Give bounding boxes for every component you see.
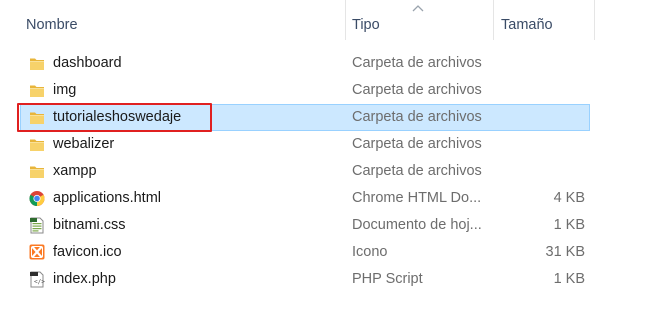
folder-icon xyxy=(29,82,45,99)
file-row[interactable]: applications.html Chrome HTML Do... 4 KB xyxy=(20,185,590,212)
file-type: Icono xyxy=(352,244,388,260)
folder-icon xyxy=(29,55,45,72)
php-file-icon: </> xyxy=(29,271,45,288)
file-type: Carpeta de archivos xyxy=(352,163,482,179)
file-size xyxy=(495,77,585,104)
file-type: PHP Script xyxy=(352,271,423,287)
column-header-size[interactable]: Tamaño xyxy=(495,0,595,40)
chrome-icon xyxy=(29,190,45,207)
file-size: 1 KB xyxy=(553,271,585,287)
file-row[interactable]: bitnami.css Documento de hoj... 1 KB xyxy=(20,212,590,239)
file-size: 31 KB xyxy=(545,244,586,260)
file-type: Carpeta de archivos xyxy=(352,82,482,98)
annotation-highlight-box xyxy=(17,103,212,132)
file-type: Carpeta de archivos xyxy=(352,109,482,125)
file-name: xampp xyxy=(53,163,97,179)
file-name: webalizer xyxy=(53,136,115,152)
file-size xyxy=(495,50,585,77)
file-size: 4 KB xyxy=(553,190,585,206)
file-size xyxy=(496,105,586,132)
file-name: img xyxy=(53,82,77,98)
file-name: index.php xyxy=(53,271,116,287)
folder-icon xyxy=(29,136,45,153)
file-type: Documento de hoj... xyxy=(352,217,482,233)
css-file-icon xyxy=(29,217,45,234)
sort-ascending-icon xyxy=(412,5,424,12)
file-row[interactable]: favicon.ico Icono 31 KB xyxy=(20,239,590,266)
file-row[interactable]: dashboard Carpeta de archivos xyxy=(20,50,590,77)
file-explorer: Nombre Tipo Tamaño dashboard Carpeta de a… xyxy=(0,0,660,322)
xampp-icon xyxy=(29,244,45,261)
file-type: Carpeta de archivos xyxy=(352,55,482,71)
column-header-bar: Nombre Tipo Tamaño xyxy=(0,0,660,44)
file-row[interactable]: </> index.php PHP Script 1 KB xyxy=(20,266,590,293)
file-name: bitnami.css xyxy=(53,217,126,233)
file-size: 1 KB xyxy=(553,217,585,233)
file-name: favicon.ico xyxy=(53,244,122,260)
file-row[interactable]: xampp Carpeta de archivos xyxy=(20,158,590,185)
file-size xyxy=(495,131,585,158)
file-type: Carpeta de archivos xyxy=(352,136,482,152)
column-header-name[interactable]: Nombre xyxy=(20,0,346,40)
file-row[interactable]: webalizer Carpeta de archivos xyxy=(20,131,590,158)
file-row[interactable]: img Carpeta de archivos xyxy=(20,77,590,104)
file-type: Chrome HTML Do... xyxy=(352,190,482,206)
file-name: dashboard xyxy=(53,55,122,71)
folder-icon xyxy=(29,163,45,180)
file-name: applications.html xyxy=(53,190,161,206)
svg-text:</>: </> xyxy=(34,279,45,286)
file-size xyxy=(495,158,585,185)
